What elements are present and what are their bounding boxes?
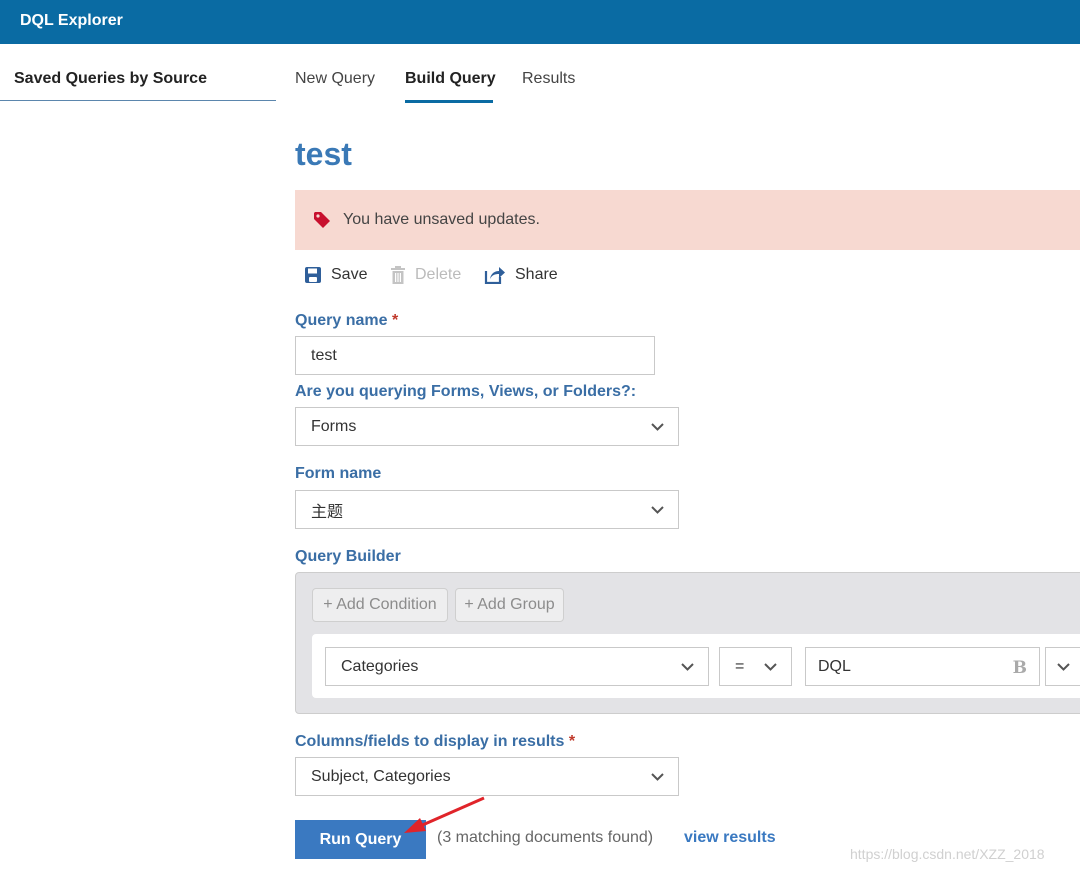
columns-label-text: Columns/fields to display in results — [295, 733, 565, 750]
watermark: https://blog.csdn.net/XZZ_2018 — [850, 846, 1045, 862]
condition-value-input[interactable]: DQL B — [805, 647, 1040, 686]
chevron-down-icon — [651, 505, 664, 514]
form-name-value: 主题 — [311, 503, 344, 521]
save-label: Save — [331, 266, 368, 283]
view-results-link[interactable]: view results — [684, 829, 776, 847]
condition-field-value: Categories — [341, 657, 419, 675]
query-builder-label: Query Builder — [295, 548, 401, 565]
add-condition-button[interactable]: + Add Condition — [312, 588, 448, 622]
sidebar-heading[interactable]: Saved Queries by Source — [14, 70, 207, 88]
tab-results[interactable]: Results — [522, 70, 575, 88]
form-name-select[interactable]: 主题 — [295, 490, 679, 529]
required-marker: * — [391, 312, 399, 329]
condition-row: Categories = DQL B — [312, 634, 1080, 698]
columns-label: Columns/fields to display in results * — [295, 733, 575, 751]
operator-select[interactable]: = — [719, 647, 792, 686]
query-name-label-text: Query name — [295, 312, 388, 329]
query-type-select[interactable]: Forms — [295, 407, 679, 446]
chevron-down-icon — [1057, 662, 1070, 671]
query-name-value: test — [311, 346, 337, 364]
add-group-button[interactable]: + Add Group — [455, 588, 564, 622]
query-type-value: Forms — [311, 417, 357, 435]
condition-value: DQL — [818, 657, 851, 675]
operator-value: = — [735, 657, 745, 675]
app-title: DQL Explorer — [20, 12, 123, 29]
save-button[interactable]: Save — [304, 264, 367, 286]
value-options-select[interactable] — [1045, 647, 1080, 686]
chevron-down-icon — [651, 422, 664, 431]
query-type-label: Are you querying Forms, Views, or Folder… — [295, 383, 637, 400]
share-label: Share — [515, 266, 558, 283]
trash-icon — [391, 266, 405, 284]
app-header: DQL Explorer — [0, 0, 1080, 44]
query-builder-panel: + Add Condition + Add Group Categories =… — [295, 572, 1080, 714]
delete-button[interactable]: Delete — [390, 264, 461, 286]
tab-build-query[interactable]: Build Query — [405, 70, 496, 88]
condition-field-select[interactable]: Categories — [325, 647, 709, 686]
sidebar-divider — [0, 100, 276, 101]
columns-value: Subject, Categories — [311, 767, 451, 785]
form-name-label: Form name — [295, 465, 382, 482]
annotation-arrow — [404, 796, 485, 833]
chevron-down-icon — [764, 662, 777, 671]
tab-new-query[interactable]: New Query — [295, 70, 375, 88]
required-marker: * — [568, 733, 576, 750]
page-title: test — [295, 136, 352, 172]
share-icon — [484, 267, 505, 284]
tag-icon — [313, 211, 331, 234]
banner-text: You have unsaved updates. — [343, 211, 540, 228]
query-name-label: Query name * — [295, 312, 398, 330]
unsaved-banner: You have unsaved updates. — [295, 190, 1080, 250]
chevron-down-icon — [681, 662, 694, 671]
active-tab-indicator — [405, 100, 493, 103]
delete-label: Delete — [415, 266, 462, 283]
columns-select[interactable]: Subject, Categories — [295, 757, 679, 796]
share-button[interactable]: Share — [484, 264, 558, 286]
query-name-input[interactable]: test — [295, 336, 655, 375]
value-type-badge: B — [1012, 658, 1027, 678]
chevron-down-icon — [651, 772, 664, 781]
save-icon — [305, 267, 321, 283]
